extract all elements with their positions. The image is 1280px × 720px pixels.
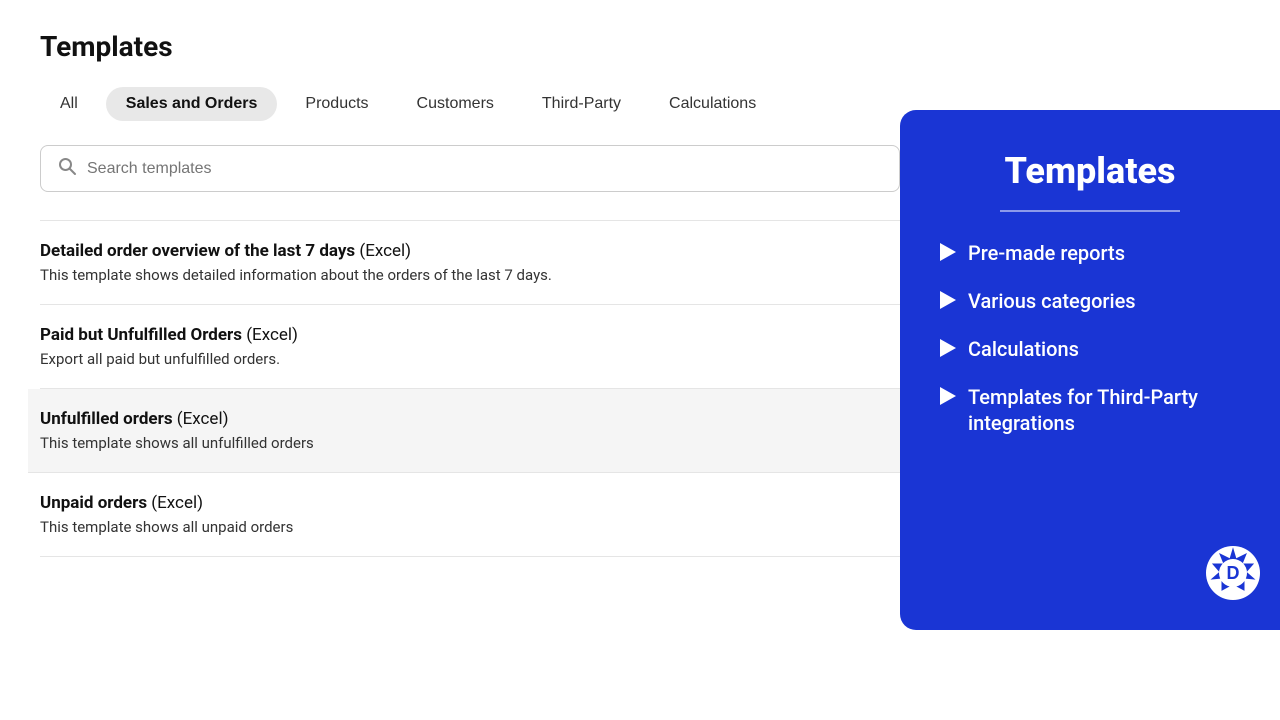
template-item[interactable]: Paid but Unfulfilled Orders (Excel) Expo… xyxy=(40,305,900,389)
search-bar xyxy=(40,145,900,192)
arrow-icon xyxy=(940,243,956,261)
template-item[interactable]: Unpaid orders (Excel) This template show… xyxy=(40,473,900,557)
tab-all[interactable]: All xyxy=(40,87,98,121)
tooltip-item: Pre-made reports xyxy=(940,240,1240,266)
template-title: Paid but Unfulfilled Orders (Excel) xyxy=(40,325,900,345)
arrow-icon xyxy=(940,387,956,405)
tooltip-item: Templates for Third-Party integrations xyxy=(940,384,1240,436)
tooltip-item-text: Pre-made reports xyxy=(968,240,1125,266)
template-desc: This template shows all unfulfilled orde… xyxy=(40,434,900,452)
tooltip-item: Various categories xyxy=(940,288,1240,314)
svg-text:D: D xyxy=(1227,563,1240,583)
arrow-icon xyxy=(940,339,956,357)
tooltip-item-text: Various categories xyxy=(968,288,1136,314)
template-format: (Excel) xyxy=(177,409,229,429)
tabs-container: All Sales and Orders Products Customers … xyxy=(40,87,860,121)
page-title: Templates xyxy=(40,30,860,63)
main-content: Templates All Sales and Orders Products … xyxy=(0,0,900,587)
tooltip-title: Templates xyxy=(940,150,1240,192)
template-format: (Excel) xyxy=(359,241,411,261)
template-desc: Export all paid but unfulfilled orders. xyxy=(40,350,900,368)
tab-customers[interactable]: Customers xyxy=(397,87,514,121)
template-format: (Excel) xyxy=(151,493,203,513)
template-title: Unfulfilled orders (Excel) xyxy=(40,409,900,429)
template-format: (Excel) xyxy=(246,325,298,345)
search-input[interactable] xyxy=(87,160,883,178)
template-name: Unpaid orders xyxy=(40,493,147,513)
tooltip-item-text: Templates for Third-Party integrations xyxy=(968,384,1240,436)
template-item[interactable]: Detailed order overview of the last 7 da… xyxy=(40,220,900,305)
arrow-icon xyxy=(940,291,956,309)
template-list: Detailed order overview of the last 7 da… xyxy=(40,220,900,557)
tab-third-party[interactable]: Third-Party xyxy=(522,87,641,121)
tab-products[interactable]: Products xyxy=(285,87,388,121)
template-item-highlighted[interactable]: Unfulfilled orders (Excel) This template… xyxy=(28,389,912,473)
tooltip-panel: Templates Pre-made reports Various categ… xyxy=(900,110,1280,630)
template-desc: This template shows all unpaid orders xyxy=(40,518,900,536)
tooltip-item-text: Calculations xyxy=(968,336,1079,362)
tooltip-item: Calculations xyxy=(940,336,1240,362)
tooltip-divider xyxy=(1000,210,1180,212)
template-name: Paid but Unfulfilled Orders xyxy=(40,325,242,345)
badge: D xyxy=(1206,546,1260,600)
template-desc: This template shows detailed information… xyxy=(40,266,900,284)
tab-calculations[interactable]: Calculations xyxy=(649,87,776,121)
tooltip-list: Pre-made reports Various categories Calc… xyxy=(940,240,1240,436)
template-title: Unpaid orders (Excel) xyxy=(40,493,900,513)
template-title: Detailed order overview of the last 7 da… xyxy=(40,241,900,261)
template-name: Unfulfilled orders xyxy=(40,409,173,429)
search-icon xyxy=(57,156,77,181)
template-name: Detailed order overview of the last 7 da… xyxy=(40,241,355,261)
tab-sales-orders[interactable]: Sales and Orders xyxy=(106,87,278,121)
